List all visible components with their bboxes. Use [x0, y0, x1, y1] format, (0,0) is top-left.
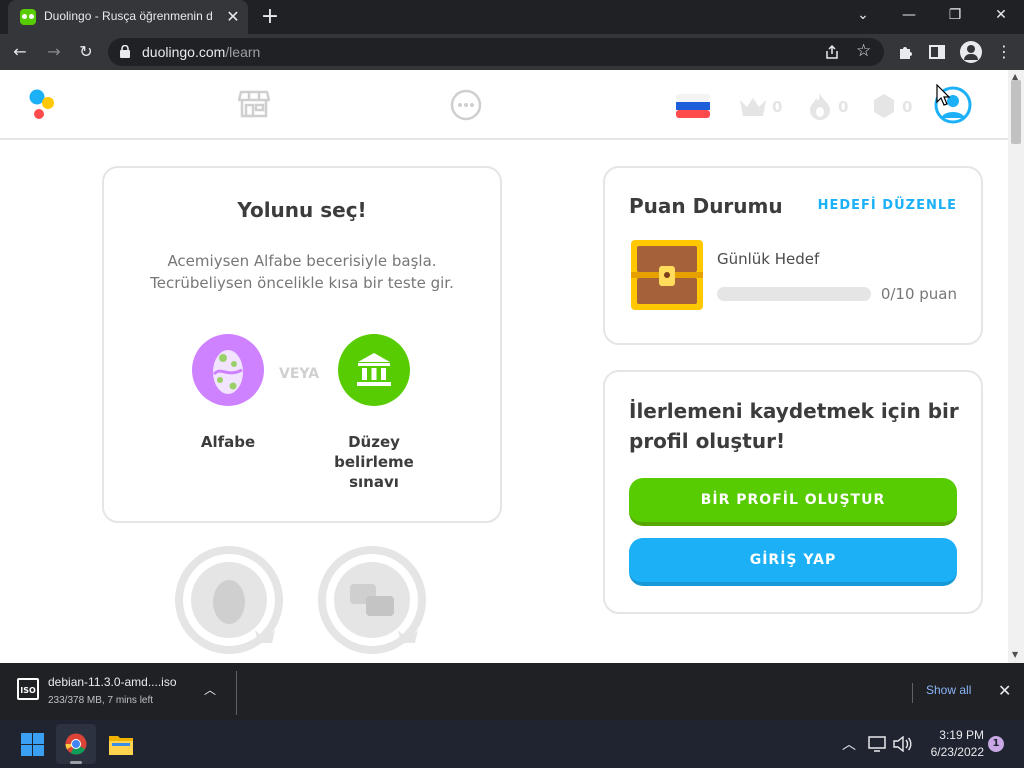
download-divider: [236, 671, 237, 715]
network-icon[interactable]: [868, 736, 886, 752]
score-title: Puan Durumu: [629, 194, 783, 218]
building-icon: [357, 353, 391, 386]
russian-flag-icon[interactable]: [676, 94, 710, 118]
page-scrollbar[interactable]: ▲ ▼: [1008, 70, 1024, 663]
locked-skill-chat-icon[interactable]: [318, 546, 430, 658]
tab-search-icon[interactable]: ⌄: [840, 0, 886, 30]
volume-icon[interactable]: [892, 736, 912, 752]
download-bar: ISO debian-11.3.0-amd....iso 233/378 MB,…: [0, 663, 1024, 720]
restore-button[interactable]: ❐: [932, 0, 978, 30]
chrome-active-indicator: [70, 761, 82, 764]
create-profile-card: İlerlemeni kaydetmek için bir profil olu…: [603, 370, 983, 614]
url-host: duolingo.com: [142, 44, 226, 60]
gem-count: 0: [902, 98, 913, 116]
download-filename[interactable]: debian-11.3.0-amd....iso: [48, 675, 177, 689]
daily-goal-label: Günlük Hedef: [717, 250, 820, 268]
side-panel-icon[interactable]: [929, 44, 945, 60]
page-content: 0 0 0 Yolunu seç! Acemiysen Alfabe becer…: [0, 70, 1008, 663]
windows-taskbar: ︿ 3:19 PM 6/23/2022 1: [0, 720, 1024, 768]
score-card: Puan Durumu HEDEFİ DÜZENLE Günlük Hedef …: [603, 166, 983, 345]
svg-text:ISO: ISO: [20, 686, 36, 695]
tab-close-icon[interactable]: ✕: [224, 8, 242, 26]
choose-path-card: Yolunu seç! Acemiysen Alfabe becerisiyle…: [102, 166, 502, 523]
iso-file-icon: ISO: [17, 678, 39, 700]
duolingo-logo-icon[interactable]: [28, 88, 56, 122]
placement-label-line-3: sınavı: [349, 473, 399, 491]
subtitle-line-2: Tecrübeliysen öncelikle kısa bir teste g…: [150, 274, 454, 292]
placement-label-line-2: belirleme: [334, 453, 414, 471]
create-profile-title-line-2: profil oluştur!: [629, 429, 786, 453]
crown-count: 0: [772, 98, 783, 116]
browser-tab-bar: Duolingo - Rusça öğrenmenin d ✕ + ⌄ — ❐ …: [0, 0, 1024, 34]
top-navigation: 0 0 0: [0, 70, 1008, 140]
alphabet-option-label: Alfabe: [200, 433, 256, 451]
address-bar[interactable]: duolingo.com/learn ☆: [108, 38, 884, 66]
file-explorer-icon[interactable]: [109, 733, 133, 755]
back-icon[interactable]: ←: [8, 40, 32, 64]
locked-skill-egg-icon[interactable]: [175, 546, 287, 658]
scroll-down-arrow-icon[interactable]: ▼: [1012, 650, 1018, 659]
crown-icon[interactable]: [738, 96, 768, 118]
edit-goal-link[interactable]: HEDEFİ DÜZENLE: [818, 198, 957, 213]
duolingo-favicon-icon: [20, 9, 36, 25]
download-options-chevron-icon[interactable]: ︿: [204, 681, 216, 698]
daily-goal-progress-text: 0/10 puan: [880, 285, 957, 303]
download-bar-close-icon[interactable]: ✕: [998, 681, 1011, 700]
download-status: 233/378 MB, 7 mins left: [48, 695, 154, 706]
placement-test-option-button[interactable]: [338, 334, 410, 406]
gem-icon[interactable]: [872, 93, 896, 119]
extensions-icon[interactable]: [897, 44, 914, 61]
placement-test-option-label: Düzey belirleme sınavı: [324, 432, 424, 492]
profile-icon[interactable]: [960, 41, 982, 63]
more-icon[interactable]: [450, 89, 482, 121]
create-profile-title: İlerlemeni kaydetmek için bir profil olu…: [629, 396, 959, 456]
lock-icon: [120, 45, 130, 58]
notification-badge[interactable]: 1: [988, 736, 1004, 752]
forward-icon[interactable]: →: [42, 40, 66, 64]
mouse-cursor-icon: [936, 84, 950, 106]
login-button[interactable]: GİRİŞ YAP: [629, 538, 957, 586]
choose-path-subtitle: Acemiysen Alfabe becerisiyle başla. Tecr…: [124, 250, 480, 294]
clock-date[interactable]: 6/23/2022: [920, 745, 984, 759]
create-profile-button[interactable]: BİR PROFİL OLUŞTUR: [629, 478, 957, 526]
windows-start-icon[interactable]: [21, 733, 44, 756]
choose-path-title: Yolunu seç!: [237, 198, 367, 222]
alphabet-egg-icon: [212, 350, 243, 394]
chrome-icon: [65, 733, 87, 755]
bookmark-star-icon[interactable]: ☆: [856, 41, 871, 61]
shop-icon[interactable]: [238, 88, 270, 120]
tab-title: Duolingo - Rusça öğrenmenin d: [44, 9, 213, 23]
clock-time[interactable]: 3:19 PM: [920, 728, 984, 742]
system-tray-chevron-icon[interactable]: ︿: [842, 734, 856, 754]
or-separator: VEYA: [279, 366, 320, 382]
placement-label-line-1: Düzey: [348, 433, 400, 451]
chrome-taskbar-button[interactable]: [56, 724, 96, 764]
create-profile-title-line-1: İlerlemeni kaydetmek için bir: [629, 399, 959, 423]
browser-tab[interactable]: Duolingo - Rusça öğrenmenin d ✕: [8, 0, 248, 34]
show-all-divider: [912, 683, 913, 703]
url-text: duolingo.com/learn: [142, 44, 260, 60]
show-all-link[interactable]: Show all: [926, 683, 971, 697]
minimize-button[interactable]: —: [886, 0, 932, 30]
treasure-chest-icon: [631, 240, 703, 310]
subtitle-line-1: Acemiysen Alfabe becerisiyle başla.: [167, 252, 437, 270]
new-tab-button[interactable]: +: [258, 4, 282, 30]
alphabet-option-button[interactable]: [192, 334, 264, 406]
browser-menu-icon[interactable]: ⋮: [992, 40, 1016, 64]
window-close-button[interactable]: ✕: [978, 0, 1024, 30]
reload-icon[interactable]: ↻: [74, 40, 98, 64]
daily-goal-progress-bar: [717, 287, 871, 301]
scrollbar-thumb[interactable]: [1011, 80, 1021, 144]
share-icon[interactable]: [824, 44, 840, 60]
browser-toolbar: ← → ↻ duolingo.com/learn ☆ ⋮: [0, 34, 1024, 70]
url-path: /learn: [225, 44, 261, 60]
streak-count: 0: [838, 98, 849, 116]
streak-fire-icon[interactable]: [808, 92, 832, 120]
